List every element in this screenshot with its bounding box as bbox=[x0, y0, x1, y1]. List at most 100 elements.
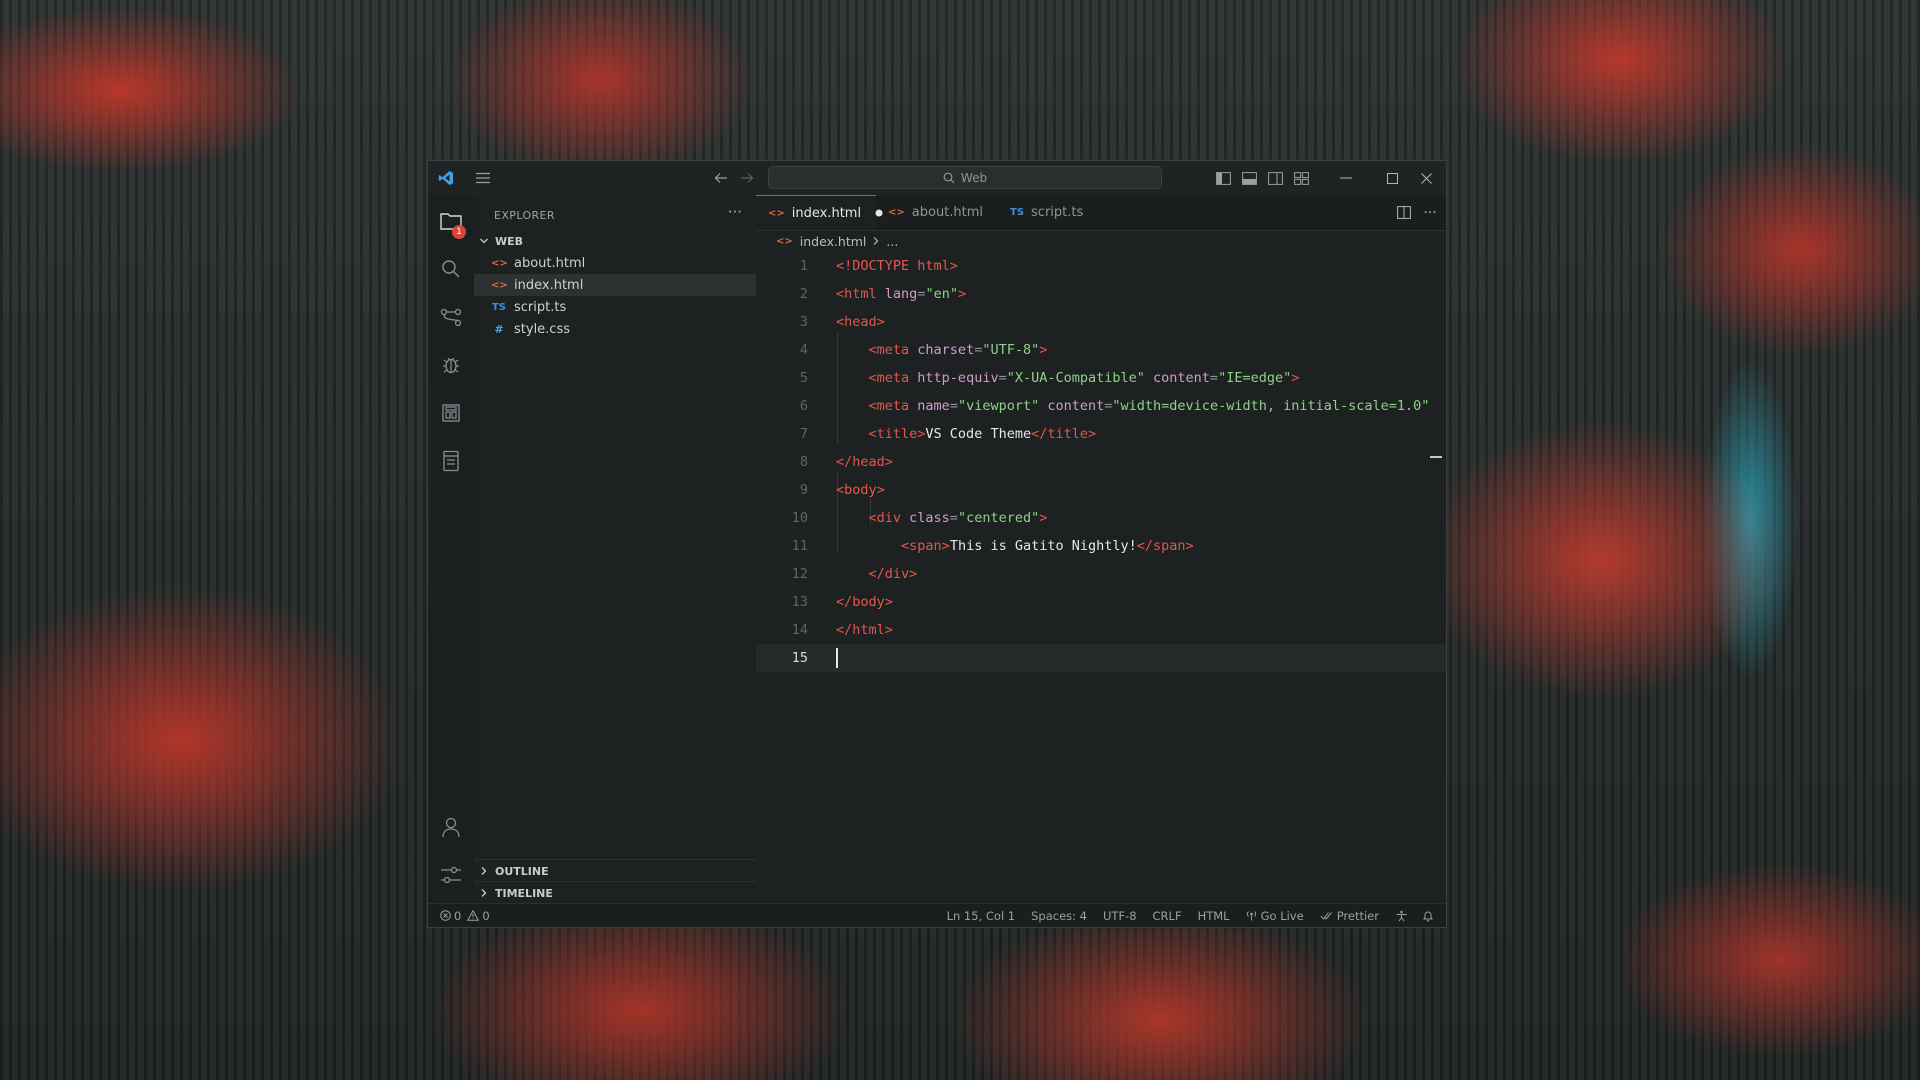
go-live-label: Go Live bbox=[1260, 908, 1304, 923]
status-bar: 0 0 Ln 15, Col 1 Spaces: 4 UTF-8 CRLF HT… bbox=[428, 903, 1446, 927]
code-line[interactable]: 13 </body> bbox=[756, 588, 1446, 616]
code-token: lang bbox=[884, 286, 918, 302]
encoding[interactable]: UTF-8 bbox=[1103, 909, 1137, 923]
title-bar: Web bbox=[428, 161, 1446, 196]
file-script-ts[interactable]: TS script.ts bbox=[474, 296, 756, 318]
explorer-title: EXPLORER bbox=[494, 209, 555, 222]
bell-icon[interactable] bbox=[1422, 910, 1434, 922]
file-label: index.html bbox=[514, 277, 584, 293]
code-token: "en" bbox=[925, 286, 958, 302]
outline-section[interactable]: OUTLINE bbox=[474, 859, 756, 882]
command-center-search[interactable]: Web bbox=[768, 166, 1162, 189]
timeline-section[interactable]: TIMELINE bbox=[474, 881, 756, 904]
code-line[interactable]: 1 <!DOCTYPE html> bbox=[756, 252, 1446, 280]
html-file-icon: <> bbox=[888, 207, 905, 218]
toggle-panel-icon[interactable] bbox=[1238, 161, 1260, 195]
code-line[interactable]: 15 bbox=[756, 644, 1446, 672]
check-double-icon bbox=[1320, 911, 1333, 921]
code-text: <body> bbox=[836, 482, 885, 498]
breadcrumb: <> index.html ... bbox=[756, 230, 1446, 252]
tab-index-html[interactable]: <> index.html bbox=[756, 195, 883, 230]
language-mode[interactable]: HTML bbox=[1198, 909, 1230, 923]
code-token: </title> bbox=[1031, 426, 1097, 442]
code-line[interactable]: 10 <div class="centered"> bbox=[756, 504, 1446, 532]
toggle-secondary-sidebar-icon[interactable] bbox=[1264, 161, 1286, 195]
scrollbar-marker[interactable] bbox=[1430, 456, 1442, 458]
toggle-primary-sidebar-icon[interactable] bbox=[1212, 161, 1234, 195]
search-text: Web bbox=[960, 170, 988, 185]
accessibility-icon[interactable] bbox=[1395, 910, 1408, 922]
customize-layout-icon[interactable] bbox=[1290, 161, 1312, 195]
back-arrow-icon[interactable] bbox=[710, 161, 732, 195]
code-line[interactable]: 7 <title>VS Code Theme</title> bbox=[756, 420, 1446, 448]
code-text: <div class="centered"> bbox=[836, 510, 1048, 526]
indentation[interactable]: Spaces: 4 bbox=[1031, 909, 1087, 923]
prettier-button[interactable]: Prettier bbox=[1320, 909, 1379, 923]
code-line[interactable]: 12 </div> bbox=[756, 560, 1446, 588]
code-line[interactable]: 11 <span>This is Gatito Nightly!</span> bbox=[756, 532, 1446, 560]
code-token: "viewport" bbox=[957, 398, 1040, 414]
tab-script-ts[interactable]: TS script.ts bbox=[998, 195, 1106, 230]
settings-icon[interactable] bbox=[428, 855, 474, 895]
code-line[interactable]: 5 <meta http-equiv="X-UA-Compatible" con… bbox=[756, 364, 1446, 392]
code-line[interactable]: 9 <body> bbox=[756, 476, 1446, 504]
folder-label: WEB bbox=[495, 234, 524, 248]
chevron-right-icon bbox=[479, 866, 489, 876]
line-number: 6 bbox=[799, 398, 808, 414]
search-icon[interactable] bbox=[428, 249, 474, 289]
editor-more-icon[interactable]: ··· bbox=[1418, 195, 1442, 230]
files-icon[interactable]: 1 bbox=[428, 201, 474, 241]
html-file-icon: <> bbox=[768, 207, 785, 219]
extensions-icon[interactable] bbox=[428, 393, 474, 433]
debug-icon[interactable] bbox=[428, 345, 474, 385]
line-number: 13 bbox=[791, 594, 808, 610]
file-style-css[interactable]: # style.css bbox=[474, 318, 756, 340]
html-file-icon: <> bbox=[776, 235, 793, 247]
code-token: <head> bbox=[836, 314, 885, 330]
folder-web[interactable]: WEB bbox=[474, 230, 756, 252]
end-of-line[interactable]: CRLF bbox=[1153, 909, 1182, 923]
code-line[interactable]: 14 </html> bbox=[756, 616, 1446, 644]
close-icon[interactable] bbox=[1406, 161, 1446, 195]
problems-indicator[interactable]: 0 0 bbox=[440, 909, 490, 923]
code-token: <!DOCTYPE html> bbox=[836, 258, 958, 274]
file-index-html[interactable]: <> index.html bbox=[474, 274, 756, 296]
file-label: script.ts bbox=[514, 299, 567, 315]
remote-explorer-icon[interactable] bbox=[428, 441, 474, 481]
warning-count: 0 bbox=[482, 908, 490, 923]
code-line[interactable]: 8 </head> bbox=[756, 448, 1446, 476]
error-icon bbox=[440, 910, 451, 921]
split-editor-icon[interactable] bbox=[1392, 195, 1416, 230]
code-editor[interactable]: 1 <!DOCTYPE html> 2 <html lang="en"> 3 <head>… bbox=[756, 252, 1446, 904]
line-number: 15 bbox=[791, 650, 808, 666]
forward-arrow-icon[interactable] bbox=[736, 161, 758, 195]
code-line[interactable]: 6 <meta name="viewport" content="width=d… bbox=[756, 392, 1446, 420]
vscode-window: Web 1 EXPLORER ··· WEB <> about.html <> … bbox=[427, 160, 1447, 928]
breadcrumb-file[interactable]: index.html bbox=[800, 234, 867, 249]
account-icon[interactable] bbox=[428, 807, 474, 847]
file-about-html[interactable]: <> about.html bbox=[474, 252, 756, 274]
source-control-icon[interactable] bbox=[428, 297, 474, 337]
minimize-icon[interactable] bbox=[1326, 161, 1366, 195]
explorer-badge: 1 bbox=[452, 225, 466, 239]
breadcrumb-rest[interactable]: ... bbox=[886, 234, 898, 249]
code-line[interactable]: 3 <head> bbox=[756, 308, 1446, 336]
chevron-right-icon bbox=[479, 888, 489, 898]
code-line[interactable]: 4 <meta charset="UTF-8"> bbox=[756, 336, 1446, 364]
code-token: </span> bbox=[1136, 538, 1194, 554]
code-token: This is Gatito Nightly! bbox=[949, 538, 1137, 554]
tab-about-html[interactable]: <> about.html bbox=[876, 195, 998, 230]
line-number: 12 bbox=[791, 566, 808, 582]
line-number: 3 bbox=[799, 314, 808, 330]
menu-icon[interactable] bbox=[470, 161, 496, 195]
tab-bar: <> index.html <> about.html TS script.ts… bbox=[756, 195, 1446, 231]
code-token: <meta bbox=[868, 342, 918, 358]
cursor-position[interactable]: Ln 15, Col 1 bbox=[947, 909, 1016, 923]
code-line[interactable]: 2 <html lang="en"> bbox=[756, 280, 1446, 308]
go-live-button[interactable]: Go Live bbox=[1246, 909, 1304, 923]
explorer-more-button[interactable]: ··· bbox=[728, 203, 742, 221]
